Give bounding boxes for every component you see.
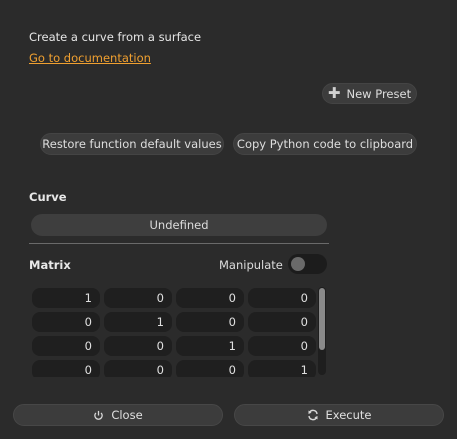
restore-defaults-button[interactable]: Restore function default values — [40, 133, 224, 155]
matrix-cell[interactable]: 0 — [104, 288, 172, 308]
matrix-cell[interactable]: 1 — [248, 360, 316, 377]
close-button[interactable]: Close — [13, 404, 223, 426]
curve-selector[interactable]: Undefined — [31, 214, 327, 236]
description-text: Create a curve from a surface — [29, 30, 202, 44]
matrix-grid: 1000010000100001 — [29, 285, 330, 377]
matrix-cell[interactable]: 0 — [176, 288, 244, 308]
matrix-cell[interactable]: 0 — [248, 288, 316, 308]
close-label: Close — [111, 408, 143, 422]
power-icon — [93, 410, 104, 421]
matrix-cell[interactable]: 0 — [176, 312, 244, 332]
new-preset-button[interactable]: ✚ New Preset — [322, 83, 417, 104]
copy-python-button[interactable]: Copy Python code to clipboard — [233, 133, 417, 155]
new-preset-label: New Preset — [346, 86, 412, 101]
curve-label: Curve — [29, 190, 67, 204]
execute-label: Execute — [325, 408, 372, 422]
matrix-label: Matrix — [29, 258, 71, 272]
matrix-cell[interactable]: 1 — [104, 312, 172, 332]
matrix-cell[interactable]: 0 — [32, 312, 100, 332]
matrix-cell[interactable]: 1 — [32, 288, 100, 308]
matrix-cell[interactable]: 0 — [32, 360, 100, 377]
matrix-cell[interactable]: 0 — [248, 336, 316, 356]
matrix-cell[interactable]: 0 — [104, 360, 172, 377]
scrollbar-thumb[interactable] — [319, 288, 325, 350]
toggle-knob — [291, 257, 305, 271]
execute-button[interactable]: Execute — [234, 404, 444, 426]
section-divider — [29, 243, 329, 244]
matrix-cell[interactable]: 0 — [104, 336, 172, 356]
matrix-cell[interactable]: 0 — [32, 336, 100, 356]
documentation-link[interactable]: Go to documentation — [29, 51, 151, 65]
matrix-scrollbar[interactable] — [318, 287, 326, 375]
matrix-cell[interactable]: 1 — [176, 336, 244, 356]
plus-icon: ✚ — [327, 84, 341, 102]
manipulate-label: Manipulate — [219, 258, 283, 272]
matrix-cell[interactable]: 0 — [176, 360, 244, 377]
manipulate-toggle[interactable] — [288, 254, 327, 274]
matrix-cell[interactable]: 0 — [248, 312, 316, 332]
refresh-icon — [307, 409, 319, 421]
